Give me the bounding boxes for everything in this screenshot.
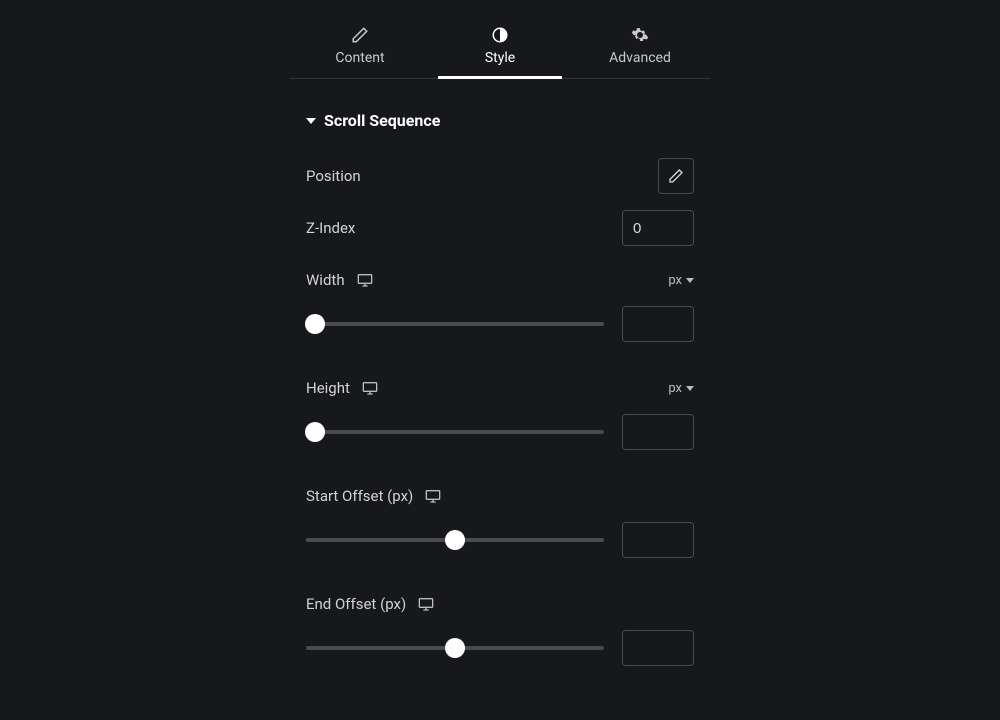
width-unit-select[interactable]: px: [668, 273, 694, 288]
start-offset-slider[interactable]: [306, 530, 604, 550]
pencil-icon: [668, 168, 684, 184]
zindex-input[interactable]: [622, 210, 694, 246]
slider-thumb[interactable]: [305, 314, 325, 334]
row-position: Position: [306, 158, 694, 194]
label-position: Position: [306, 167, 361, 185]
height-slider[interactable]: [306, 422, 604, 442]
label-width: Width: [306, 271, 373, 289]
height-unit-select[interactable]: px: [668, 381, 694, 396]
tab-label: Content: [335, 50, 384, 66]
tab-bar: Content Style Advanced: [290, 18, 710, 79]
desktop-icon[interactable]: [425, 489, 441, 503]
row-width-header: Width px: [306, 262, 694, 298]
caret-down-icon: [306, 118, 316, 124]
desktop-icon[interactable]: [357, 273, 373, 287]
row-end-offset-header: End Offset (px): [306, 586, 694, 622]
row-start-offset-slider: [306, 522, 694, 558]
chevron-down-icon: [686, 278, 694, 283]
gear-icon: [631, 26, 649, 44]
row-height-slider: [306, 414, 694, 450]
end-offset-slider[interactable]: [306, 638, 604, 658]
slider-thumb[interactable]: [445, 638, 465, 658]
row-end-offset-slider: [306, 630, 694, 666]
height-input[interactable]: [622, 414, 694, 450]
row-zindex: Z-Index: [306, 210, 694, 246]
label-zindex: Z-Index: [306, 219, 355, 237]
slider-thumb[interactable]: [305, 422, 325, 442]
tab-style[interactable]: Style: [430, 18, 570, 78]
section-scroll-sequence: Scroll Sequence Position Z-Index Width p…: [290, 79, 710, 666]
row-width-slider: [306, 306, 694, 342]
label-height: Height: [306, 379, 378, 397]
label-end-offset: End Offset (px): [306, 595, 434, 613]
section-title: Scroll Sequence: [324, 111, 440, 130]
tab-advanced[interactable]: Advanced: [570, 18, 710, 78]
start-offset-input[interactable]: [622, 522, 694, 558]
end-offset-input[interactable]: [622, 630, 694, 666]
desktop-icon[interactable]: [362, 381, 378, 395]
row-start-offset-header: Start Offset (px): [306, 478, 694, 514]
contrast-icon: [491, 26, 509, 44]
desktop-icon[interactable]: [418, 597, 434, 611]
tab-label: Advanced: [609, 50, 671, 66]
slider-thumb[interactable]: [445, 530, 465, 550]
label-start-offset: Start Offset (px): [306, 487, 441, 505]
section-toggle[interactable]: Scroll Sequence: [306, 111, 694, 130]
row-height-header: Height px: [306, 370, 694, 406]
tab-content[interactable]: Content: [290, 18, 430, 78]
tab-label: Style: [485, 50, 515, 66]
position-edit-button[interactable]: [658, 158, 694, 194]
pencil-icon: [351, 26, 369, 44]
width-input[interactable]: [622, 306, 694, 342]
width-slider[interactable]: [306, 314, 604, 334]
style-panel: Content Style Advanced Scroll Sequence P…: [290, 0, 710, 666]
chevron-down-icon: [686, 386, 694, 391]
